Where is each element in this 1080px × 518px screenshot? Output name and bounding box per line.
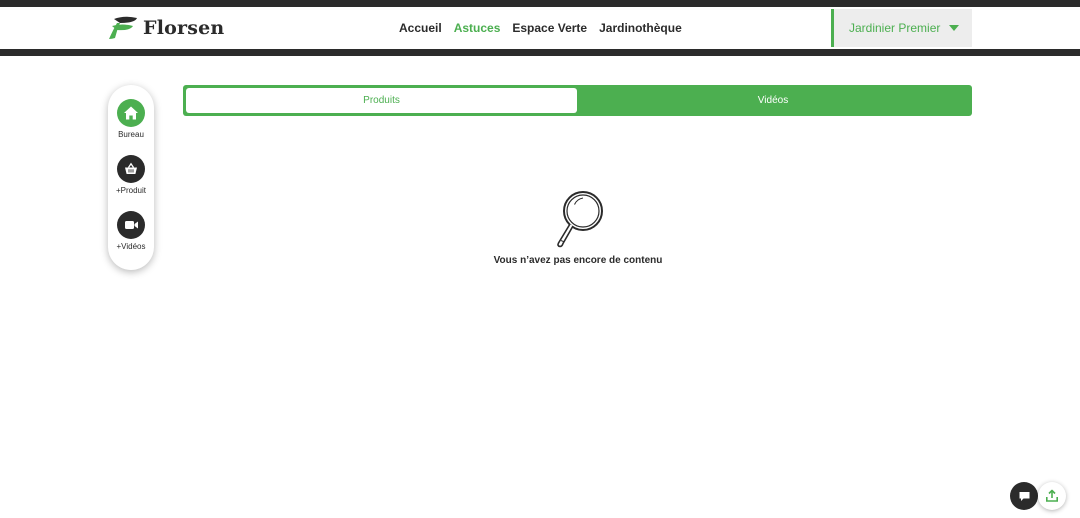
nav-item-astuces[interactable]: Astuces — [454, 21, 501, 35]
basket-icon — [117, 155, 145, 183]
user-menu[interactable]: Jardinier Premier — [831, 9, 972, 47]
sidebar-item-label: Bureau — [118, 130, 144, 139]
nav-item-espace-verte[interactable]: Espace Verte — [512, 21, 587, 35]
sidebar-item-label: +Vidéos — [116, 242, 146, 251]
brand-logo[interactable]: Florsen — [108, 16, 224, 40]
sidebar-item-produit[interactable]: +Produit — [108, 155, 154, 195]
sidebar-item-videos[interactable]: +Vidéos — [108, 211, 154, 251]
magnifier-icon — [557, 191, 603, 248]
nav-item-accueil[interactable]: Accueil — [399, 21, 442, 35]
chat-icon — [1019, 491, 1029, 501]
tab-videos[interactable]: Vidéos — [577, 88, 969, 113]
sidebar: Bureau +Produit +Vidéos — [108, 85, 154, 270]
empty-state-message: Vous n’avez pas encore de contenu — [493, 255, 663, 266]
chat-button[interactable] — [1010, 482, 1038, 510]
header-bottom-bar — [0, 49, 1080, 56]
brand-name: Florsen — [143, 17, 225, 39]
home-icon — [117, 99, 145, 127]
user-name: Jardinier Premier — [849, 21, 941, 35]
video-camera-icon — [117, 211, 145, 239]
upload-icon — [1046, 489, 1058, 502]
sidebar-item-bureau[interactable]: Bureau — [108, 99, 154, 139]
main-nav: Accueil Astuces Espace Verte Jardinothèq… — [399, 21, 682, 35]
nav-item-jardinotheque[interactable]: Jardinothèque — [599, 21, 682, 35]
tab-produits[interactable]: Produits — [186, 88, 577, 113]
caret-down-icon — [949, 25, 959, 31]
upload-button[interactable] — [1038, 482, 1066, 510]
content-tabs: Produits Vidéos — [183, 85, 972, 116]
empty-state: Vous n’avez pas encore de contenu — [440, 190, 716, 266]
leaf-logo-icon — [109, 16, 137, 39]
sidebar-item-label: +Produit — [115, 186, 147, 195]
top-dark-bar — [0, 0, 1080, 7]
